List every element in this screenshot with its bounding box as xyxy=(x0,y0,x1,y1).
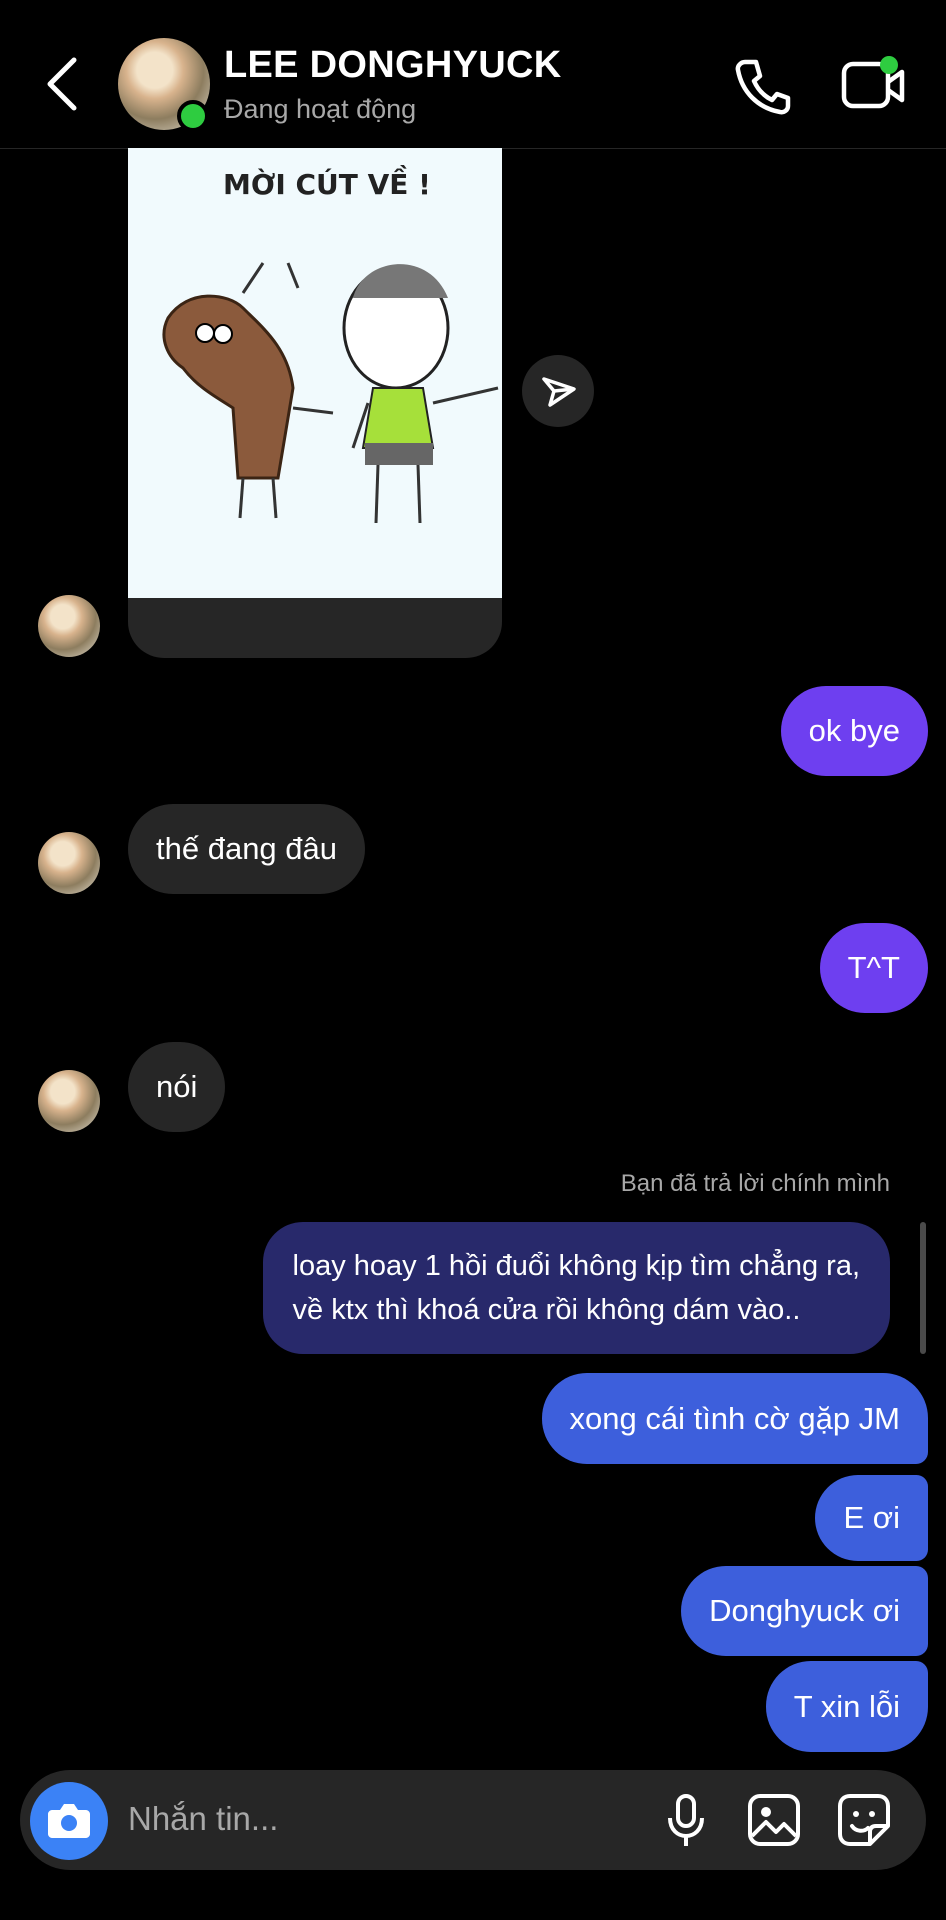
message-sent[interactable]: T^T xyxy=(819,923,928,1013)
message-sent[interactable]: E ơi xyxy=(815,1475,928,1561)
scrollbar[interactable] xyxy=(920,1222,926,1354)
share-button[interactable] xyxy=(522,355,594,427)
message-received[interactable]: nói xyxy=(128,1042,226,1132)
message-sent[interactable]: ok bye xyxy=(780,686,928,776)
message-sent[interactable]: T xin lỗi xyxy=(765,1661,928,1752)
image-message[interactable]: MỜI CÚT VỀ ! xyxy=(128,148,502,658)
microphone-icon[interactable] xyxy=(656,1790,716,1850)
back-chevron-icon[interactable] xyxy=(40,52,84,116)
sender-avatar[interactable] xyxy=(38,595,100,657)
sender-avatar[interactable] xyxy=(38,1070,100,1132)
phone-icon[interactable] xyxy=(730,54,794,118)
send-icon xyxy=(542,377,576,407)
camera-button[interactable] xyxy=(30,1782,108,1860)
chat-header: LEE DONGHYUCK Đang hoạt động xyxy=(0,0,946,149)
sticker-icon[interactable] xyxy=(834,1790,894,1850)
message-received[interactable]: thế đang đâu xyxy=(128,804,366,894)
message-sent[interactable]: Donghyuck ơi xyxy=(681,1566,928,1656)
sender-avatar[interactable] xyxy=(38,832,100,894)
online-status-dot xyxy=(177,100,209,132)
meme-illustration xyxy=(162,262,499,524)
quoted-line: loay hoay 1 hồi đuổi không kịp tìm chẳng… xyxy=(292,1250,860,1282)
meme-image: MỜI CÚT VỀ ! xyxy=(128,148,502,598)
activity-status: Đang hoạt động xyxy=(224,94,417,124)
reply-label: Bạn đã trả lời chính mình xyxy=(620,1170,890,1197)
quoted-message[interactable]: loay hoay 1 hồi đuổi không kịp tìm chẳng… xyxy=(262,1222,890,1354)
image-icon[interactable] xyxy=(744,1790,804,1850)
message-input[interactable]: Nhắn tin... xyxy=(128,1800,278,1838)
quoted-line: về ktx thì khoá cửa rồi không dám vào.. xyxy=(292,1294,801,1326)
video-status-dot xyxy=(880,56,898,74)
contact-name[interactable]: LEE DONGHYUCK xyxy=(224,44,561,87)
camera-icon xyxy=(48,1804,90,1838)
message-sent[interactable]: xong cái tình cờ gặp JM xyxy=(541,1373,928,1464)
